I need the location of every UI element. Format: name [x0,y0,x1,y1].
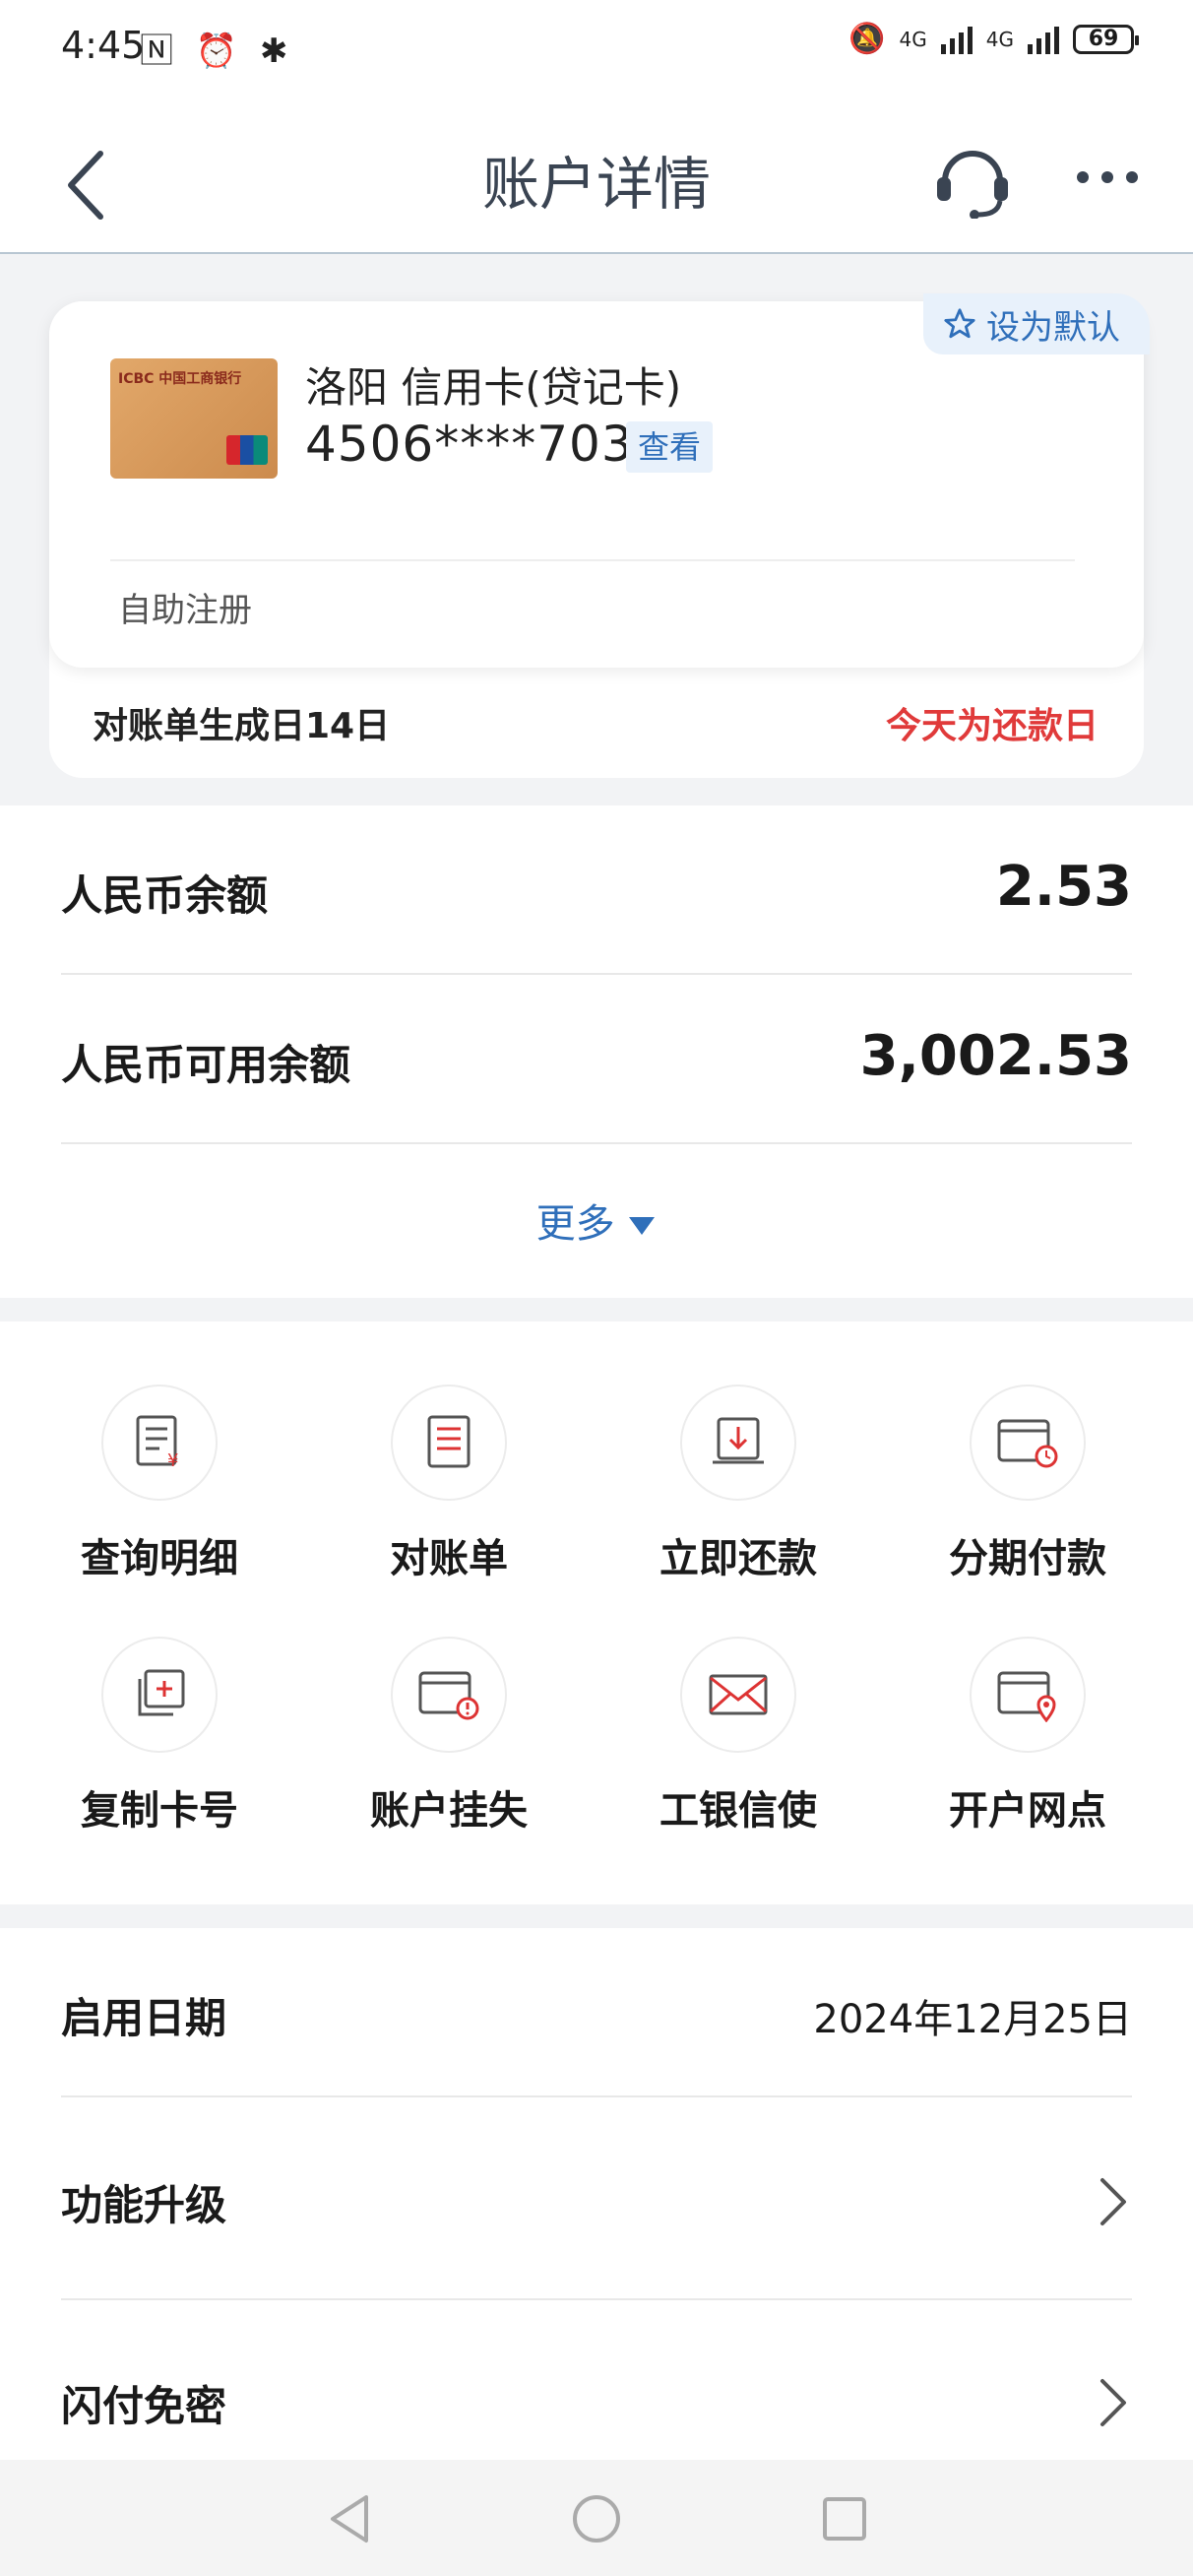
credit-card-image: ICBC 中国工商银行 [110,358,278,479]
fn-label: 工银信使 [659,1788,817,1834]
battery-icon: 69 [1073,24,1139,54]
nav-back-icon [331,2495,368,2543]
fn-label: 账户挂失 [370,1788,528,1834]
mail-icon [680,1637,796,1753]
headset-icon [937,151,1008,220]
chevron-right-icon[interactable] [1093,2174,1132,2229]
installment-icon [970,1385,1086,1501]
fn-label: 开户网点 [949,1788,1106,1834]
fn-branch-locator[interactable]: 开户网点 [900,1637,1156,1835]
fn-label: 对账单 [390,1536,508,1581]
report-loss-icon [391,1637,507,1753]
more-dots-icon [1077,171,1138,183]
nav-home-icon [573,2495,620,2543]
status-time: 4:45 [61,24,146,67]
page-title: 账户详情 [481,151,711,218]
more-label: 更多 [535,1201,615,1247]
fn-copy-card-number[interactable]: 复制卡号 [31,1637,287,1835]
flashpay-nopwd-label[interactable]: 闪付免密 [61,2373,226,2433]
chevron-right-icon[interactable] [1093,2375,1132,2430]
statement-icon [391,1385,507,1501]
muted-bell-icon: 🔕 [848,22,886,56]
fn-repay-now[interactable]: 立即还款 [610,1385,866,1583]
battery-level: 69 [1088,27,1119,51]
nav-recent-button[interactable] [817,2491,872,2550]
branch-location-icon [970,1637,1086,1753]
unionpay-logo [226,435,268,465]
fn-label: 查询明细 [81,1536,238,1581]
activation-date-label: 启用日期 [61,1994,227,2042]
fn-report-loss[interactable]: 账户挂失 [321,1637,577,1835]
caret-down-icon [629,1217,656,1235]
nav-home-button[interactable] [569,2491,624,2550]
set-default-label: 设为默认 [986,307,1120,348]
fn-label: 立即还款 [659,1536,817,1581]
more-toggle[interactable]: 更多 [0,1191,1193,1249]
signal-bars-icon-2 [1028,25,1059,54]
signal-label-1: 4G [899,27,927,51]
fn-label: 分期付款 [949,1536,1106,1581]
card-name: 洛阳 信用卡(贷记卡) [305,363,682,412]
fn-label: 复制卡号 [81,1788,238,1834]
detail-query-icon: ¥ [101,1385,218,1501]
star-icon [944,308,975,339]
svg-text:¥: ¥ [167,1450,178,1471]
rmb-balance-value: 2.53 [995,855,1132,919]
divider [61,2095,1132,2097]
divider [61,2298,1132,2300]
feature-upgrade-label[interactable]: 功能升级 [61,2172,226,2232]
bank-logo-text: ICBC 中国工商银行 [118,371,242,387]
signal-label-2: 4G [985,27,1014,51]
fn-statement[interactable]: 对账单 [321,1385,577,1583]
fn-installment[interactable]: 分期付款 [900,1385,1156,1583]
fn-icbc-messenger[interactable]: 工银信使 [610,1637,866,1835]
view-card-number-button[interactable]: 查看 [626,421,714,473]
rmb-available-value: 3,002.53 [859,1024,1132,1088]
status-right-icons: 🔕 4G 4G 69 [848,22,1139,56]
nav-recent-icon [823,2497,866,2541]
copy-card-icon [101,1637,218,1753]
status-left-icons: 🄽 ⏰ ✱ [140,32,294,71]
divider [61,973,1132,975]
repay-icon [680,1385,796,1501]
rmb-balance-label: 人民币余额 [61,871,269,920]
statement-date: 对账单生成日14日 [93,706,391,746]
fn-query-detail[interactable]: ¥ 查询明细 [31,1385,287,1583]
self-register-link[interactable]: 自助注册 [118,583,252,631]
repayment-due-notice: 今天为还款日 [885,706,1099,746]
card-number: 4506****7037 [305,416,666,473]
set-default-button[interactable]: 设为默认 [923,293,1150,354]
divider [61,1142,1132,1144]
more-button[interactable] [1073,158,1142,197]
divider [110,559,1075,561]
signal-bars-icon [940,25,973,54]
nav-back-button[interactable] [325,2491,374,2550]
activation-date-value: 2024年12月25日 [813,1997,1132,2042]
rmb-available-label: 人民币可用余额 [61,1041,351,1089]
support-button[interactable] [931,136,1014,220]
